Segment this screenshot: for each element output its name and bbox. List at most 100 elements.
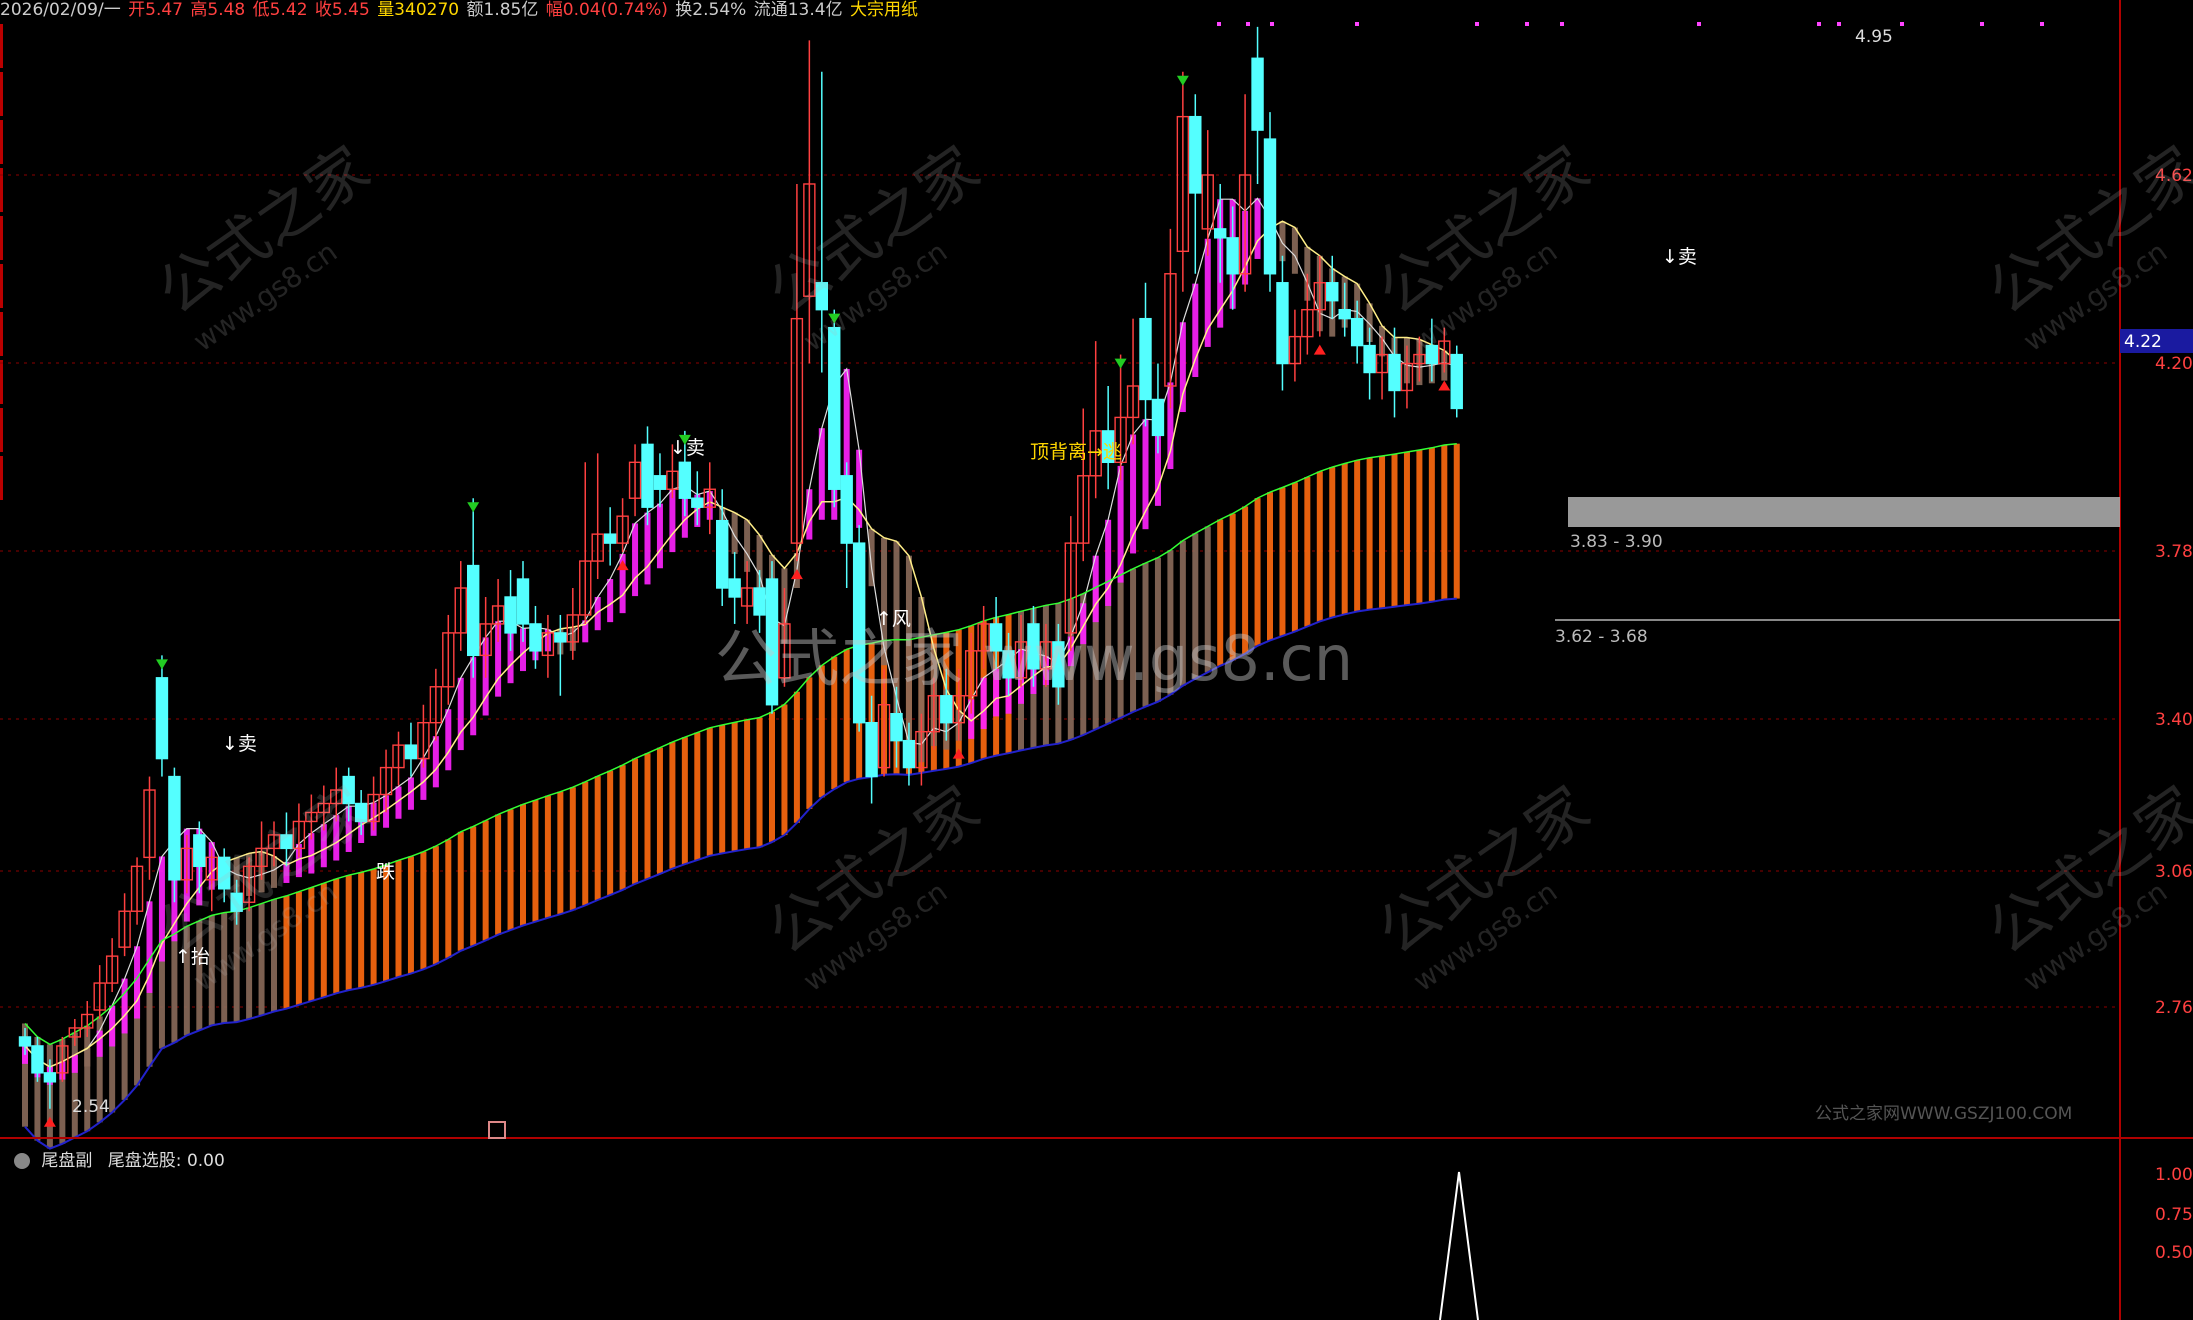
band-bar xyxy=(781,704,788,836)
top-dot xyxy=(1900,22,1904,26)
band-bar xyxy=(1267,492,1273,641)
top-dot xyxy=(1837,22,1841,26)
candle-body xyxy=(753,587,766,616)
band-bar xyxy=(582,781,589,906)
candle-body xyxy=(902,739,916,769)
top-dot xyxy=(1697,22,1701,26)
sell-arrow-icon xyxy=(467,502,480,513)
band-bar xyxy=(868,528,875,587)
band-bar xyxy=(769,711,775,843)
candle-body xyxy=(828,326,841,490)
candle-body xyxy=(554,632,567,643)
band-bar xyxy=(1254,198,1261,259)
sub-y-tick: 0.50 xyxy=(2155,1243,2193,1263)
band-bar xyxy=(283,895,290,1009)
band-bar xyxy=(208,915,215,1026)
sub-panel-header: 尾盘副 尾盘选股: 0.00 xyxy=(14,1146,225,1171)
collapse-icon[interactable] xyxy=(14,1153,30,1169)
y-tick-label: 4.20 xyxy=(2155,354,2193,374)
band-bar xyxy=(719,724,726,854)
band-bar xyxy=(1354,460,1361,612)
candle-body xyxy=(1326,282,1339,302)
band-bar xyxy=(495,814,502,935)
candle-body xyxy=(1213,228,1227,239)
candle-body xyxy=(728,578,741,598)
band-bar xyxy=(669,489,676,553)
band-bar xyxy=(793,691,800,823)
y-tick-label: 3.40 xyxy=(2155,710,2193,730)
high-price-label: 4.95 xyxy=(1855,27,1893,47)
band-bar xyxy=(1453,443,1460,599)
band-bar xyxy=(183,926,190,1036)
band-bar xyxy=(333,815,340,861)
period-marker-icon[interactable] xyxy=(488,1121,506,1139)
y-tick-label: 3.06 xyxy=(2155,862,2193,882)
band-bar xyxy=(1279,221,1286,262)
band-bar xyxy=(420,851,427,970)
band-bar xyxy=(457,677,464,751)
band-bar xyxy=(644,753,651,879)
band-bar xyxy=(1403,451,1410,606)
band-bar xyxy=(271,899,277,1012)
band-bar xyxy=(656,503,663,569)
band-bar xyxy=(196,920,203,1031)
band-bar xyxy=(395,860,402,977)
top-dot xyxy=(1246,22,1250,26)
band-bar xyxy=(358,872,365,988)
band-bar xyxy=(1416,450,1423,604)
buy-arrow-icon xyxy=(790,569,803,580)
candle-body xyxy=(678,461,692,499)
band-bar xyxy=(482,820,489,941)
top-dot xyxy=(1355,22,1359,26)
sub-signal-line xyxy=(1439,1171,1479,1320)
band-bar xyxy=(731,722,738,852)
top-dot xyxy=(1475,22,1479,26)
band-bar xyxy=(221,912,228,1023)
candle-body xyxy=(603,533,617,544)
band-bar xyxy=(806,489,813,540)
band-bar xyxy=(532,800,539,922)
candle-body xyxy=(840,475,853,544)
top-dot xyxy=(2040,22,2044,26)
band-bar xyxy=(557,791,564,915)
y-tick-label: 2.76 xyxy=(2155,998,2193,1018)
sell-label: ↓卖 xyxy=(1662,246,1697,268)
candle-body xyxy=(1263,138,1277,275)
band-bar xyxy=(632,523,639,597)
candle-body xyxy=(940,695,953,724)
band-bar xyxy=(681,737,688,865)
sub-y-tick: 1.00 xyxy=(2155,1165,2193,1185)
band-bar xyxy=(407,856,414,974)
candle-body xyxy=(43,1072,57,1083)
band-bar xyxy=(1291,227,1298,274)
candle-body xyxy=(1450,353,1463,410)
band-bar xyxy=(345,875,352,991)
band-bar xyxy=(744,719,751,850)
lift-label: ↑抬 xyxy=(175,946,210,968)
band-bar xyxy=(731,512,738,554)
buy-arrow-icon xyxy=(43,1116,56,1127)
top-dot xyxy=(1525,22,1529,26)
kline-chart[interactable]: 4.62 4.20 3.78 3.40 3.06 2.76 4.22 1.00 … xyxy=(0,0,2193,1320)
candle-body xyxy=(1363,344,1376,374)
sell-label: ↓卖 xyxy=(670,437,705,459)
band-bar xyxy=(457,831,464,951)
band-bar xyxy=(333,878,340,994)
sell-arrow-icon xyxy=(1176,75,1189,86)
band-bar xyxy=(233,911,240,1023)
resistance-zone xyxy=(1568,497,2120,527)
candle-body xyxy=(155,677,169,760)
sell-arrow-icon xyxy=(155,659,168,670)
candle-body xyxy=(18,1036,32,1047)
band-bar xyxy=(1329,467,1336,618)
range-label: 3.83 - 3.90 xyxy=(1570,532,1663,552)
candle-body xyxy=(1425,344,1439,365)
footer-site-label: 公式之家网WWW.GSZJ100.COM xyxy=(1815,1104,2072,1124)
candle-body xyxy=(815,282,828,311)
band-bar xyxy=(71,1054,78,1073)
top-dot xyxy=(1217,22,1221,26)
candle-body xyxy=(1226,237,1239,275)
band-bar xyxy=(432,736,439,788)
candle-body xyxy=(1189,115,1202,194)
band-bar xyxy=(1291,482,1298,632)
